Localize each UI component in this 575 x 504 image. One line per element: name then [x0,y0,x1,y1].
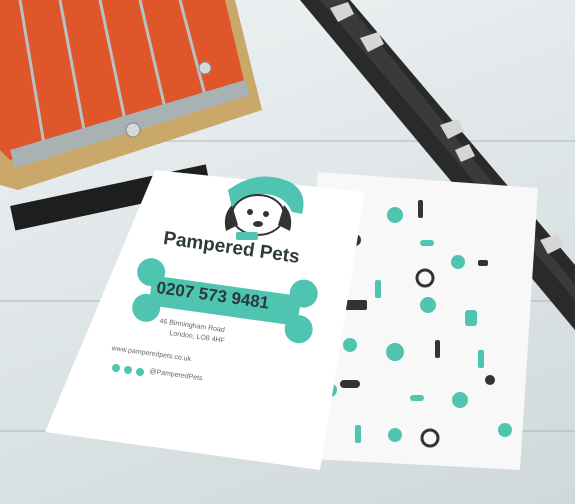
business-card-front [45,170,365,470]
photo-scene: Pampered Pets 0207 573 9481 46 Birmingha… [0,0,575,504]
